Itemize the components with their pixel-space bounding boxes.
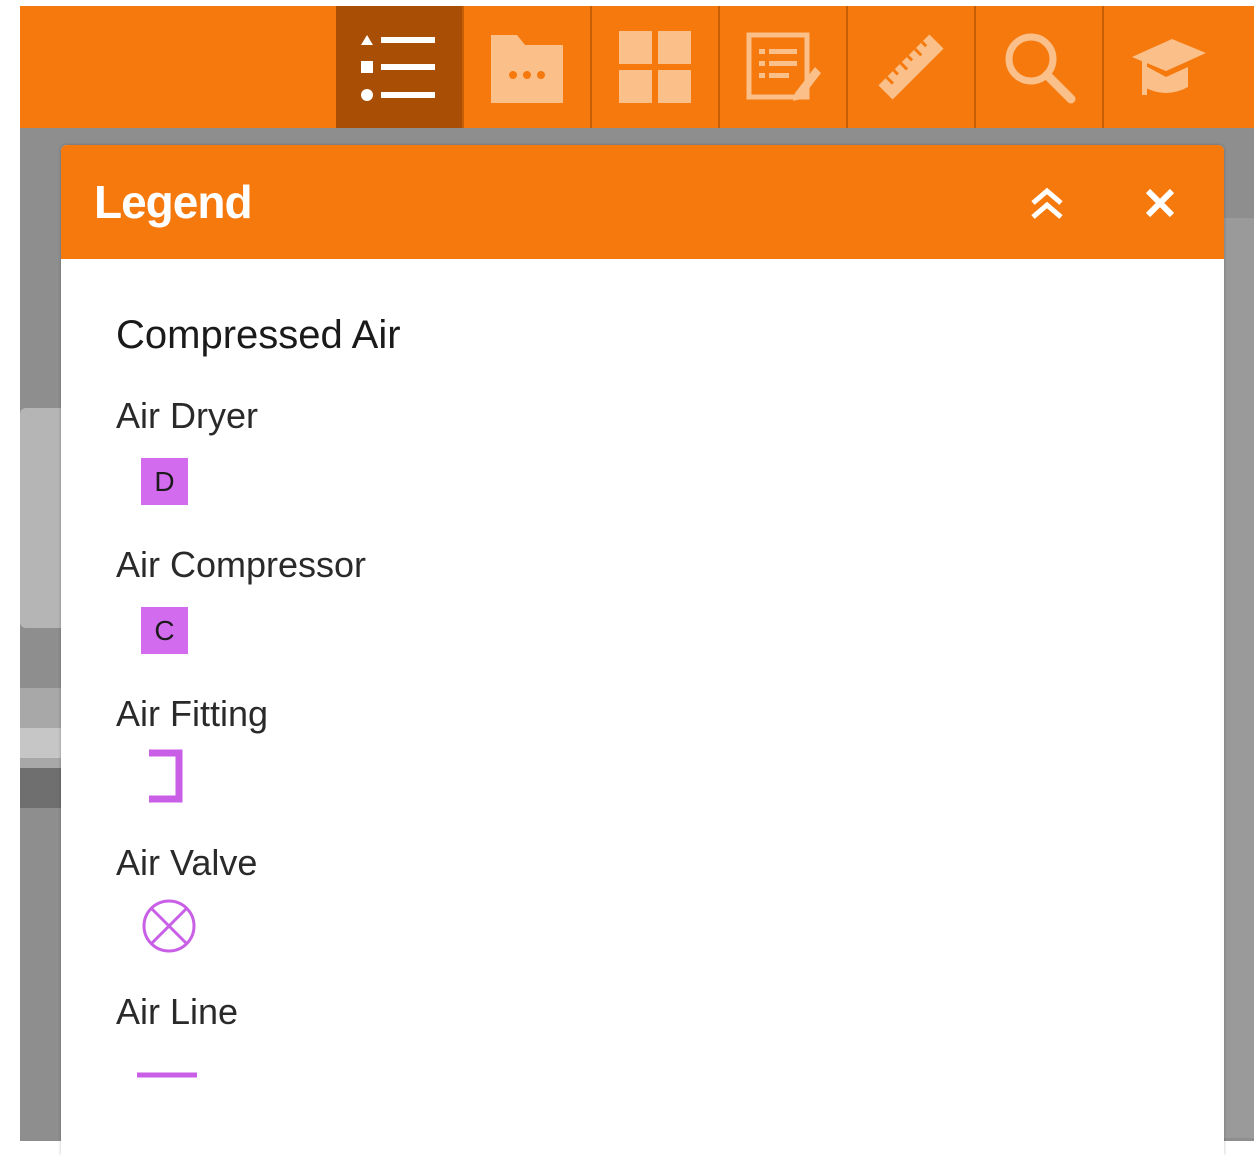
line-icon	[137, 1072, 197, 1078]
legend-item-label: Air Line	[116, 991, 239, 1032]
legend-item-label: Air Dryer	[116, 395, 258, 436]
panel-header: Legend	[61, 145, 1224, 259]
symbol-letter: D	[141, 458, 188, 505]
legend-tool-button[interactable]	[336, 6, 464, 128]
collapse-button[interactable]	[1025, 181, 1069, 225]
legend-layer-title: Compressed Air	[116, 313, 401, 357]
air-compressor-symbol: C	[141, 607, 188, 654]
attribute-table-tool-button[interactable]	[720, 6, 848, 128]
graduation-cap-icon	[1132, 39, 1206, 95]
legend-list-icon	[361, 35, 435, 101]
chevron-double-up-icon	[1031, 187, 1063, 219]
air-dryer-symbol: D	[141, 458, 188, 505]
air-valve-symbol	[141, 898, 197, 958]
top-toolbar	[20, 6, 1254, 128]
bracket-icon	[149, 749, 183, 803]
basemap-grid-icon	[619, 31, 691, 103]
close-button[interactable]	[1138, 181, 1182, 225]
air-line-symbol	[137, 1067, 197, 1087]
basemap-tool-button[interactable]	[592, 6, 720, 128]
close-icon	[1145, 188, 1175, 218]
measure-ruler-icon	[878, 34, 944, 100]
symbol-letter: C	[141, 607, 188, 654]
legend-item-label: Air Compressor	[116, 544, 367, 585]
panel-title: Legend	[94, 176, 253, 228]
about-tool-button[interactable]	[1104, 6, 1232, 128]
layers-folder-icon	[491, 35, 563, 103]
circle-x-icon	[142, 899, 196, 953]
layers-tool-button[interactable]	[464, 6, 592, 128]
legend-item-label: Air Valve	[116, 842, 258, 883]
measure-tool-button[interactable]	[848, 6, 976, 128]
search-icon	[1005, 33, 1076, 104]
legend-panel: Legend Compressed Air Air Dryer D Air Co…	[61, 145, 1224, 1155]
attribute-table-edit-icon	[746, 32, 821, 101]
map-feature	[1224, 218, 1254, 1138]
air-fitting-symbol	[141, 749, 189, 809]
search-tool-button[interactable]	[976, 6, 1104, 128]
legend-item-label: Air Fitting	[116, 693, 269, 734]
